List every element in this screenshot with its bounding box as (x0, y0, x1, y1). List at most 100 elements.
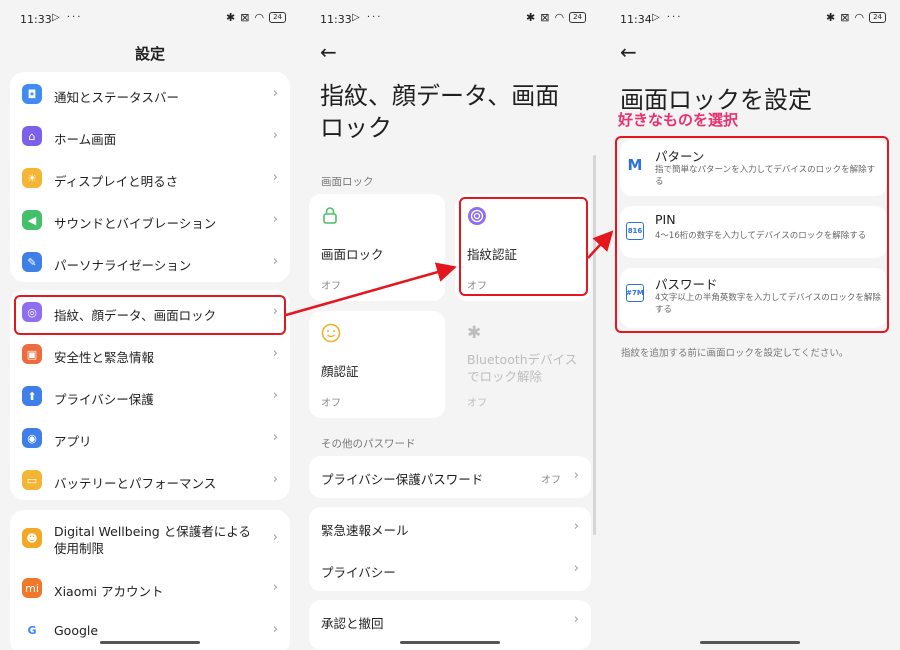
section-label-screen-lock: 画面ロック (321, 176, 374, 188)
settings-item[interactable]: ⬆ プライバシー保護 › (10, 376, 290, 418)
pattern-icon: M (627, 156, 643, 174)
home-indicator[interactable] (100, 641, 200, 644)
xiaomi-icon: mi (22, 578, 42, 598)
page-title: 指紋、顔データ、画面ロック (320, 82, 560, 142)
bluetooth-icon: ✱ (826, 11, 836, 24)
home-indicator[interactable] (700, 641, 800, 644)
row-label: 承認と撤回 (321, 616, 384, 631)
status-notification-icons: ▷ ··· (52, 12, 83, 23)
chevron-right-icon: › (272, 86, 278, 101)
tile-bluetooth-unlock: ✱ Bluetoothデバイスでロック解除 オフ (455, 311, 591, 418)
settings-item[interactable]: ⌂ ホーム画面 › (10, 116, 290, 158)
sun-icon: ☀ (22, 168, 42, 188)
status-time: 11:34 (620, 13, 652, 26)
home-icon: ⌂ (22, 126, 42, 146)
chevron-right-icon: › (272, 430, 278, 445)
status-time: 11:33 (20, 13, 52, 26)
settings-item[interactable]: mi Xiaomi アカウント › (10, 568, 290, 610)
settings-item[interactable]: ◉ アプリ › (10, 418, 290, 460)
status-right-icons: ✱ ⊠ ◠ 24 (526, 11, 586, 24)
home-indicator[interactable] (400, 641, 500, 644)
google-icon: G (22, 620, 42, 640)
status-notification-icons: ▷ ··· (652, 12, 683, 23)
chevron-right-icon: › (272, 622, 278, 637)
set-screen-lock-panel: 11:34 ▷ ··· ✱ ⊠ ◠ 24 ← 画面ロックを設定 好きなものを選択… (600, 0, 900, 650)
settings-item-label: 指紋、顔データ、画面ロック (54, 308, 217, 323)
password-icon: #7M (626, 284, 644, 302)
option-title: パターン (655, 149, 705, 164)
settings-item[interactable]: ▣ 安全性と緊急情報 › (10, 334, 290, 376)
settings-item-label: アプリ (54, 434, 92, 449)
speaker-icon: ◀ (22, 210, 42, 230)
settings-item-label: サウンドとバイブレーション (54, 216, 217, 231)
row-value: オフ (541, 475, 561, 486)
settings-item[interactable]: ☻ Digital Wellbeing と保護者による 使用制限 › (10, 518, 290, 560)
wifi-icon: ◠ (554, 11, 565, 24)
settings-item[interactable]: ☀ ディスプレイと明るさ › (10, 158, 290, 200)
privacy-icon: ⬆ (22, 386, 42, 406)
back-arrow-icon[interactable]: ← (620, 40, 637, 64)
chevron-right-icon: › (272, 530, 278, 545)
bluetooth-icon: ✱ (226, 11, 236, 24)
settings-item-label: プライバシー保護 (54, 392, 154, 407)
emergency-email-row[interactable]: 緊急速報メール › (309, 507, 591, 549)
bluetooth-icon: ✱ (526, 11, 536, 24)
section-label-other-passwords: その他のパスワード (321, 438, 416, 450)
back-arrow-icon[interactable]: ← (320, 40, 337, 64)
option-password[interactable]: #7M パスワード 4文字以上の半角英数字を入力してデバイスのロックを解除する (620, 268, 887, 328)
row-label: プライバシー (321, 565, 396, 580)
annotation-text: 好きなものを選択 (618, 111, 739, 129)
settings-item-label: Xiaomi アカウント (54, 584, 164, 599)
option-pin[interactable]: 816 PIN 4〜16桁の数字を入力してデバイスのロックを解除する (620, 206, 887, 258)
pin-icon: 816 (626, 222, 644, 240)
bluetooth-icon: ✱ (467, 323, 482, 343)
chevron-right-icon: › (573, 561, 579, 576)
settings-item[interactable]: ◀ サウンドとバイブレーション › (10, 200, 290, 242)
status-bar: 11:33 ▷ ··· ✱ ⊠ ◠ 24 (0, 0, 300, 40)
settings-item[interactable]: ✎ パーソナライゼーション › (10, 242, 290, 284)
settings-item-label: 安全性と緊急情報 (54, 350, 155, 365)
settings-item-label: Google (54, 623, 99, 638)
settings-item[interactable]: ◎ 指紋、顔データ、画面ロック › (10, 292, 290, 334)
settings-item-label: ディスプレイと明るさ (54, 174, 179, 189)
hint-text: 指紋を追加する前に画面ロックを設定してください。 (621, 348, 849, 359)
wellbeing-icon: ☻ (22, 528, 42, 548)
chevron-right-icon: › (272, 254, 278, 269)
settings-item[interactable]: ▭ バッテリーとパフォーマンス › (10, 460, 290, 502)
chevron-right-icon: › (272, 580, 278, 595)
page-title: 設定 (134, 45, 165, 63)
chevron-right-icon: › (272, 304, 278, 319)
privacy-row[interactable]: プライバシー › (309, 549, 591, 591)
status-right-icons: ✱ ⊠ ◠ 24 (226, 11, 286, 24)
chevron-right-icon: › (272, 346, 278, 361)
status-bar: 11:34 ▷ ··· ✱ ⊠ ◠ 24 (600, 0, 900, 40)
chevron-right-icon: › (272, 212, 278, 227)
settings-item-label: 通知とステータスバー (54, 90, 180, 105)
settings-item-label: Digital Wellbeing と保護者による 使用制限 (54, 523, 251, 557)
settings-item[interactable]: G Google › (10, 610, 290, 650)
tile-face-recognition[interactable]: 顔認証 オフ (309, 311, 445, 418)
scrollbar[interactable] (593, 155, 596, 535)
option-pattern[interactable]: M パターン 指で簡単なパターンを入力してデバイスのロックを解除する (620, 140, 887, 196)
row-label: 緊急速報メール (321, 523, 409, 538)
bell-icon: ◘ (22, 84, 42, 104)
mute-icon: ⊠ (540, 11, 550, 24)
settings-item-label: ホーム画面 (54, 132, 117, 147)
privacy-password-row[interactable]: プライバシー保護パスワード オフ › (309, 456, 591, 498)
brush-icon: ✎ (22, 252, 42, 272)
tile-status: オフ (321, 398, 341, 409)
settings-item[interactable]: ◘ 通知とステータスバー › (10, 74, 290, 116)
tile-fingerprint[interactable]: 指紋認証 オフ (455, 194, 591, 301)
status-notification-icons: ▷ ··· (352, 12, 383, 23)
chevron-right-icon: › (573, 612, 579, 627)
status-bar: 11:33 ▷ ··· ✱ ⊠ ◠ 24 (300, 0, 600, 40)
status-time: 11:33 (320, 13, 352, 26)
mute-icon: ⊠ (840, 11, 850, 24)
option-title: パスワード (655, 277, 718, 292)
status-right-icons: ✱ ⊠ ◠ 24 (826, 11, 886, 24)
chevron-right-icon: › (272, 170, 278, 185)
battery-icon: 24 (869, 12, 886, 23)
tile-label: 顔認証 (321, 364, 359, 379)
apps-icon: ◉ (22, 428, 42, 448)
tile-screen-lock[interactable]: 画面ロック オフ (309, 194, 445, 301)
